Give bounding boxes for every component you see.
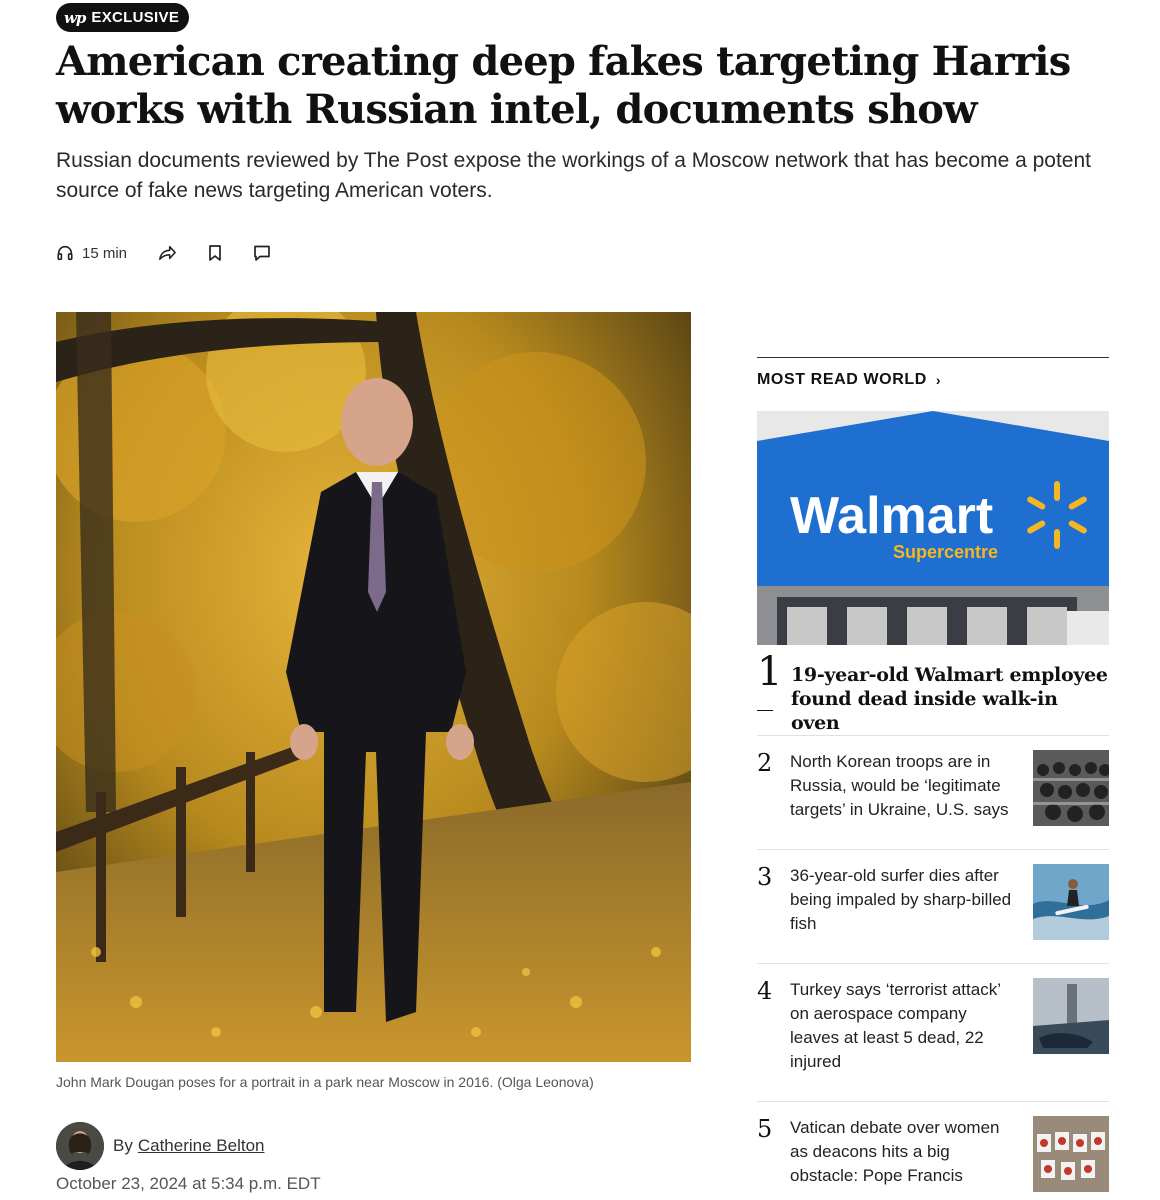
most-read-rail: MOST READ WORLD › Walmart Supercentre 1 … bbox=[757, 357, 1109, 1192]
byline: By Catherine Belton bbox=[56, 1122, 264, 1170]
divider bbox=[757, 1101, 1109, 1102]
headphones-icon bbox=[57, 245, 73, 261]
exclusive-badge: wp EXCLUSIVE bbox=[56, 3, 190, 32]
share-button[interactable] bbox=[157, 240, 177, 266]
story-link[interactable]: Turkey says ‘terrorist attack’ on aerosp… bbox=[790, 978, 1018, 1074]
story-thumbnail[interactable] bbox=[1033, 978, 1109, 1054]
hero-photo bbox=[56, 312, 691, 1062]
share-icon bbox=[159, 245, 176, 261]
rank-number: 1 bbox=[757, 649, 783, 695]
article-dek: Russian documents reviewed by The Post e… bbox=[56, 149, 1091, 202]
feature-image[interactable]: Walmart Supercentre bbox=[757, 411, 1109, 645]
story-thumbnail[interactable] bbox=[1033, 750, 1109, 826]
divider bbox=[757, 735, 1109, 736]
rank-number: 2 bbox=[757, 749, 773, 777]
feature-story-link[interactable]: 19-year-old Walmart employee found dead … bbox=[791, 663, 1109, 735]
listen-button[interactable]: 15 min bbox=[56, 240, 127, 266]
wp-logo-icon: wp bbox=[64, 8, 86, 27]
listen-duration: 15 min bbox=[82, 244, 128, 262]
story-link[interactable]: Vatican debate over women as deacons hit… bbox=[790, 1116, 1018, 1188]
author-link[interactable]: Catherine Belton bbox=[138, 1136, 265, 1156]
divider bbox=[757, 963, 1109, 964]
story-thumbnail[interactable] bbox=[1033, 864, 1109, 940]
exclusive-label: EXCLUSIVE bbox=[91, 9, 180, 26]
rank-number: 3 bbox=[757, 863, 773, 891]
publish-date: October 23, 2024 at 5:34 p.m. EDT bbox=[56, 1174, 321, 1193]
article-toolbar: 15 min bbox=[56, 240, 301, 266]
rail-top-rule bbox=[757, 357, 1109, 358]
story-thumbnail[interactable] bbox=[1033, 1116, 1109, 1192]
author-avatar[interactable] bbox=[56, 1122, 104, 1170]
article-headline: American creating deep fakes targeting H… bbox=[56, 38, 1071, 133]
walmart-storefront-image: Walmart Supercentre bbox=[757, 411, 1109, 645]
hero-caption: John Mark Dougan poses for a portrait in… bbox=[56, 1074, 594, 1090]
story-link[interactable]: North Korean troops are in Russia, would… bbox=[790, 750, 1018, 822]
walmart-sign-subtext: Supercentre bbox=[893, 542, 998, 562]
story-link[interactable]: 36-year-old surfer dies after being impa… bbox=[790, 864, 1018, 936]
comment-button[interactable] bbox=[253, 240, 271, 266]
rank-number: 5 bbox=[757, 1115, 773, 1143]
most-read-heading-link[interactable]: MOST READ WORLD › bbox=[757, 371, 941, 389]
divider bbox=[757, 849, 1109, 850]
save-button[interactable] bbox=[207, 240, 223, 266]
comment-icon bbox=[254, 245, 270, 261]
bookmark-icon bbox=[209, 245, 221, 261]
chevron-right-icon: › bbox=[935, 372, 942, 388]
rank-underline bbox=[757, 710, 773, 711]
walmart-sign-text: Walmart bbox=[790, 487, 993, 545]
rank-number: 4 bbox=[757, 977, 773, 1005]
byline-prefix: By bbox=[113, 1136, 133, 1155]
portrait-image bbox=[56, 312, 691, 1062]
most-read-heading: MOST READ WORLD bbox=[757, 371, 927, 388]
